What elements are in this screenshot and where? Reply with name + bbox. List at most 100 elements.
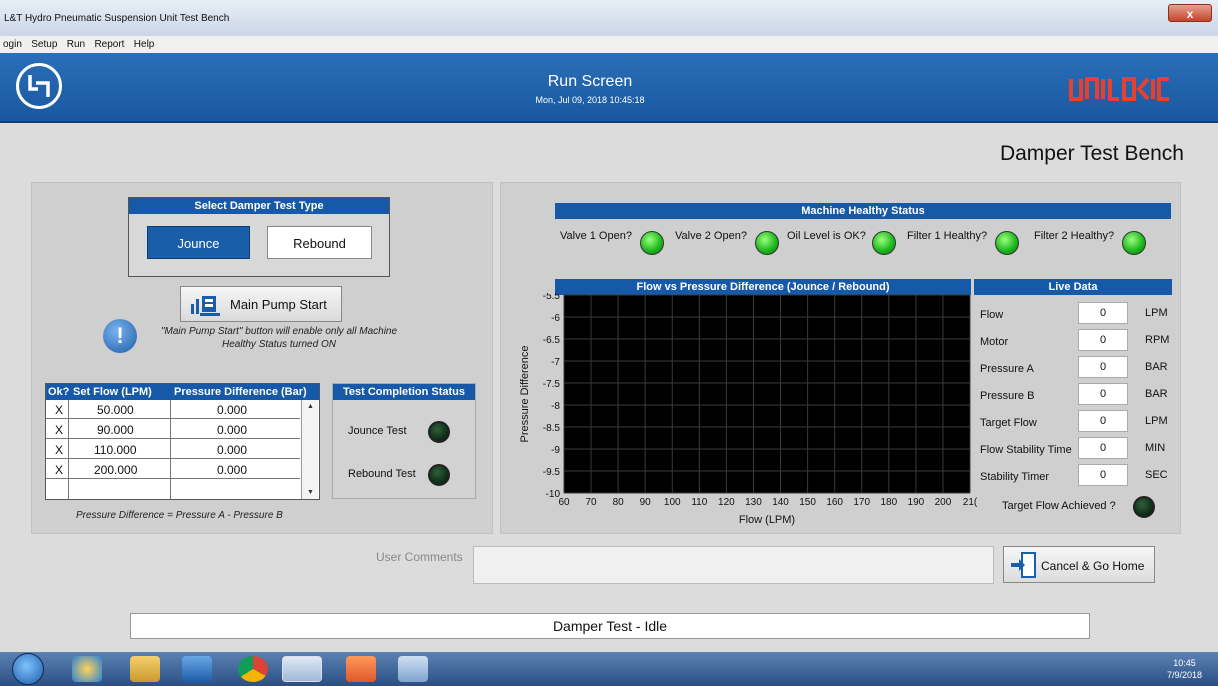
live-data-unit: LPM xyxy=(1145,307,1168,319)
filter2-led xyxy=(1122,231,1146,255)
screen-title: Run Screen xyxy=(547,73,633,90)
live-data-value: 0 xyxy=(1078,464,1128,486)
flow-pressure-chart: 60 70 80 90 100 110 120 130 140 150 160 170 180 190 20… xyxy=(519,293,978,526)
jounce-test-led xyxy=(428,421,450,443)
row-pressure-diff: 0.000 xyxy=(217,443,248,457)
plot-area xyxy=(564,295,970,493)
x-tick-label: 170 xyxy=(853,497,870,508)
menu-report[interactable]: Report xyxy=(91,37,127,51)
x-tick-label: 150 xyxy=(799,497,816,508)
table-divider xyxy=(170,400,171,499)
menu-setup[interactable]: Setup xyxy=(28,37,60,51)
live-data-heading: Live Data xyxy=(974,279,1172,295)
clock-date: 7/9/2018 xyxy=(1167,670,1203,680)
table-row[interactable] xyxy=(46,480,300,499)
row-flow: 110.000 xyxy=(94,443,137,457)
test-type-heading: Select Damper Test Type xyxy=(129,198,389,214)
live-data-value: 0 xyxy=(1078,356,1128,378)
live-data-unit: SEC xyxy=(1145,469,1168,481)
live-data-label: Target Flow xyxy=(980,417,1037,429)
start-button-icon[interactable] xyxy=(12,653,44,685)
filter1-led xyxy=(995,231,1019,255)
internet-explorer-icon[interactable] xyxy=(72,656,102,682)
live-data-label: Flow xyxy=(980,309,1004,321)
x-tick-label: 70 xyxy=(586,497,598,508)
set-flow-table: Ok? Set Flow (LPM) Pressure Difference (… xyxy=(45,383,320,500)
status-bar: Damper Test - Idle xyxy=(130,613,1090,639)
main-pump-start-button[interactable]: Main Pump Start xyxy=(180,286,342,322)
x-tick-label: 180 xyxy=(880,497,897,508)
y-tick-label: -9.5 xyxy=(543,467,561,478)
user-comments-input[interactable] xyxy=(473,546,994,584)
scroll-up-icon[interactable]: ▲ xyxy=(307,403,314,410)
file-explorer-icon[interactable] xyxy=(130,656,160,682)
oil-level-label: Oil Level is OK? xyxy=(787,230,866,242)
valve1-label: Valve 1 Open? xyxy=(560,230,632,242)
info-exclamation-icon: ! xyxy=(103,319,137,353)
valve1-led xyxy=(640,231,664,255)
x-tick-label: 21( xyxy=(963,497,978,508)
menu-help[interactable]: Help xyxy=(131,37,158,51)
row-ok: X xyxy=(55,443,64,457)
menu-run[interactable]: Run xyxy=(64,37,88,51)
cancel-go-home-button[interactable]: Cancel & Go Home xyxy=(1003,546,1155,583)
jounce-button[interactable]: Jounce xyxy=(147,226,250,259)
live-data-unit: LPM xyxy=(1145,415,1168,427)
monitoring-panel: Machine Healthy Status Valve 1 Open? Val… xyxy=(500,182,1181,534)
row-pressure-diff: 0.000 xyxy=(217,423,248,437)
x-tick-label: 160 xyxy=(826,497,843,508)
user-comments-label: User Comments xyxy=(376,550,463,564)
y-tick-label: -6 xyxy=(551,313,560,324)
chrome-icon[interactable] xyxy=(238,656,268,682)
recorder-icon[interactable] xyxy=(346,656,376,682)
media-player-icon[interactable] xyxy=(182,656,212,682)
header-datetime: Mon, Jul 09, 2018 10:45:18 xyxy=(535,95,645,105)
clock-time: 10:45 xyxy=(1173,658,1196,668)
live-data-label: Pressure A xyxy=(980,363,1034,375)
window-close-button[interactable]: x xyxy=(1168,4,1212,22)
table-row[interactable]: X 90.000 0.000 xyxy=(46,420,300,439)
pump-icon xyxy=(191,296,220,316)
col-ok: Ok? xyxy=(48,386,70,398)
live-data-value: 0 xyxy=(1078,302,1128,324)
x-tick-label: 200 xyxy=(935,497,952,508)
row-ok: X xyxy=(55,423,64,437)
window-title: L&T Hydro Pneumatic Suspension Unit Test… xyxy=(4,13,230,24)
x-tick-label: 90 xyxy=(640,497,652,508)
table-scrollbar[interactable]: ▲ ▼ xyxy=(301,400,318,499)
labview-app-icon[interactable] xyxy=(282,656,322,682)
paint-icon[interactable] xyxy=(398,656,428,682)
col-set-flow: Set Flow (LPM) xyxy=(73,386,152,398)
menu-bar: ogin Setup Run Report Help xyxy=(0,36,1218,53)
pump-info-line-2: Healthy Status turned ON xyxy=(222,339,336,350)
test-type-selector: Select Damper Test Type Jounce Rebound xyxy=(128,197,390,277)
live-data-unit: BAR xyxy=(1145,388,1168,400)
table-row[interactable]: X 50.000 0.000 xyxy=(46,400,300,419)
menu-login[interactable]: ogin xyxy=(0,37,25,51)
table-header: Ok? Set Flow (LPM) Pressure Difference (… xyxy=(46,384,319,400)
system-clock[interactable]: 10:45 7/9/2018 xyxy=(1167,657,1202,681)
table-row[interactable]: X 200.000 0.000 xyxy=(46,460,300,479)
y-tick-label: -6.5 xyxy=(543,335,561,346)
table-row[interactable]: X 110.000 0.000 xyxy=(46,440,300,459)
rebound-button[interactable]: Rebound xyxy=(267,226,372,259)
lt-logo-icon xyxy=(16,63,62,109)
jounce-test-label: Jounce Test xyxy=(348,425,407,437)
window-title-bar: L&T Hydro Pneumatic Suspension Unit Test… xyxy=(0,0,1218,36)
live-data-label: Flow Stability Time xyxy=(980,444,1072,456)
target-flow-achieved-label: Target Flow Achieved ? xyxy=(1002,500,1116,512)
valve2-led xyxy=(755,231,779,255)
filter2-label: Filter 2 Healthy? xyxy=(1034,230,1115,242)
live-data-unit: RPM xyxy=(1145,334,1170,346)
live-data-value: 0 xyxy=(1078,329,1128,351)
exit-door-icon xyxy=(1011,552,1036,578)
bench-title: Damper Test Bench xyxy=(999,142,1184,165)
col-pressure-difference: Pressure Difference (Bar) xyxy=(174,386,307,398)
completion-heading: Test Completion Status xyxy=(333,384,475,400)
live-data-value: 0 xyxy=(1078,383,1128,405)
rebound-test-label: Rebound Test xyxy=(348,468,416,480)
live-data-value: 0 xyxy=(1078,437,1128,459)
pump-info-line-1: "Main Pump Start" button will enable onl… xyxy=(160,326,398,337)
row-pressure-diff: 0.000 xyxy=(217,403,248,417)
scroll-down-icon[interactable]: ▼ xyxy=(307,489,314,496)
